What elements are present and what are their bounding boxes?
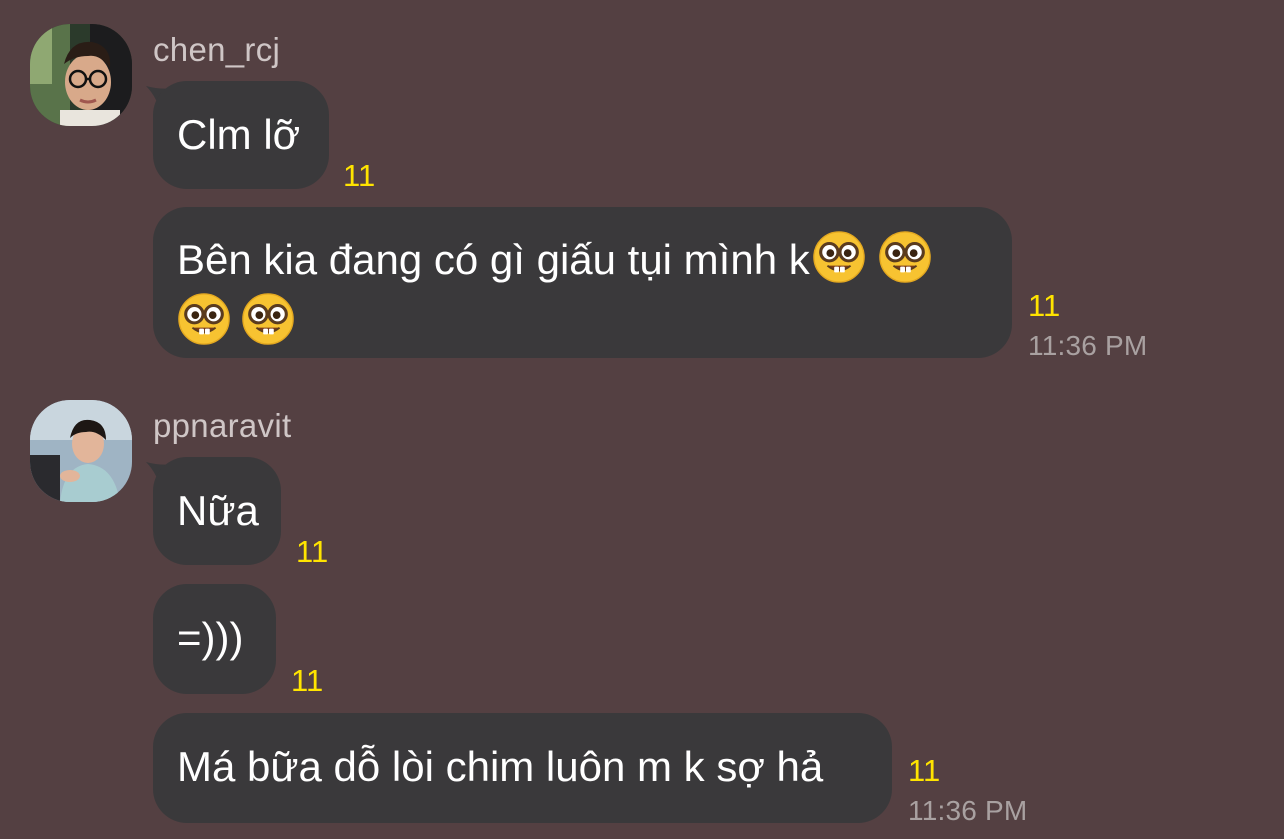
profile-photo-icon <box>30 400 132 502</box>
message-bubble[interactable]: Má bữa dỗ lòi chim luôn m k sợ hả <box>153 713 892 823</box>
avatar-chen-rcj[interactable] <box>30 24 132 126</box>
nerd-face-icon <box>177 292 231 346</box>
read-count: 11 <box>1028 288 1061 323</box>
sender-username[interactable]: chen_rcj <box>153 30 280 70</box>
nerd-face-icon <box>878 230 932 284</box>
nerd-face-icon <box>241 292 295 346</box>
read-count: 11 <box>296 534 329 569</box>
avatar-ppnaravit[interactable] <box>30 400 132 502</box>
message-text: Nữa <box>177 487 259 534</box>
message-text: =))) <box>177 614 244 661</box>
message-bubble[interactable]: =))) <box>153 584 276 694</box>
read-count: 11 <box>343 158 376 193</box>
sender-username[interactable]: ppnaravit <box>153 406 291 446</box>
read-count: 11 <box>908 753 941 788</box>
chat-thread: chen_rcj Clm lỡ 11 Bên kia đang có gì gi… <box>0 0 1284 839</box>
message-text: Clm lỡ <box>177 111 301 158</box>
message-timestamp: 11:36 PM <box>1028 330 1148 361</box>
message-text: Bên kia đang có gì giấu tụi mình k <box>177 236 810 283</box>
message-bubble[interactable]: Nữa <box>153 457 281 565</box>
profile-photo-icon <box>30 24 132 126</box>
message-bubble[interactable]: Clm lỡ <box>153 81 329 189</box>
message-timestamp: 11:36 PM <box>908 795 1028 826</box>
read-count: 11 <box>291 663 324 698</box>
nerd-face-icon <box>812 230 866 284</box>
message-bubble[interactable]: Bên kia đang có gì giấu tụi mình k <box>153 207 1012 358</box>
message-text: Má bữa dỗ lòi chim luôn m k sợ hả <box>177 743 824 790</box>
